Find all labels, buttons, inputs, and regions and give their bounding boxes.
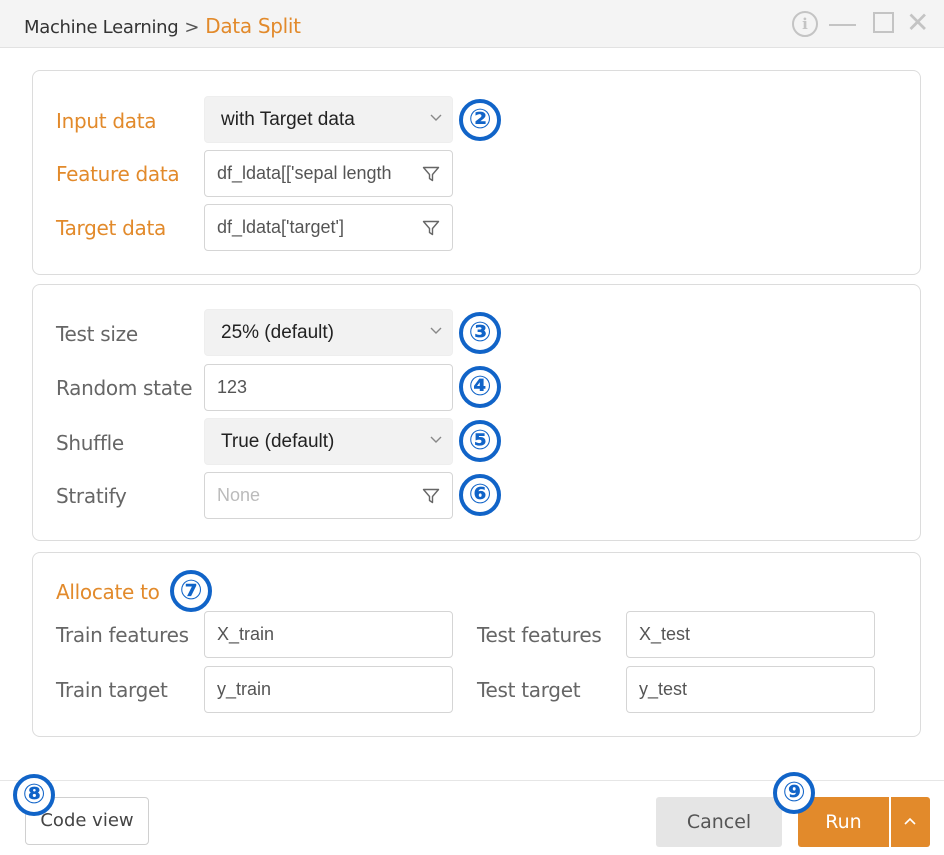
- step-7-badge: ⑦: [170, 570, 212, 612]
- test-target-value: y_test: [639, 679, 688, 699]
- test-target-label: Test target: [477, 678, 581, 702]
- breadcrumb-separator: >: [184, 17, 200, 38]
- chevron-down-icon: [430, 327, 442, 334]
- train-target-value: y_train: [217, 679, 272, 699]
- step-6-badge: ⑥: [459, 474, 501, 516]
- filter-icon[interactable]: [422, 165, 440, 183]
- title-bar: Machine Learning > Data Split i ✕: [0, 0, 944, 48]
- train-features-input[interactable]: X_train: [204, 611, 453, 658]
- info-icon[interactable]: i: [792, 11, 818, 37]
- chevron-up-icon: [904, 817, 916, 825]
- minimize-icon[interactable]: [829, 24, 856, 26]
- input-data-label: Input data: [56, 109, 157, 133]
- train-features-value: X_train: [217, 624, 275, 644]
- filter-icon[interactable]: [422, 219, 440, 237]
- target-data-value: df_ldata['target']: [217, 217, 344, 237]
- cancel-button[interactable]: Cancel: [656, 797, 782, 847]
- step-9-badge: ⑨: [773, 772, 815, 814]
- run-button[interactable]: Run: [798, 797, 889, 847]
- test-features-label: Test features: [477, 623, 602, 647]
- train-features-label: Train features: [56, 623, 189, 647]
- step-8-badge: ⑧: [13, 774, 55, 816]
- maximize-icon[interactable]: [873, 12, 894, 33]
- test-features-value: X_test: [639, 624, 691, 644]
- close-icon[interactable]: ✕: [906, 9, 929, 37]
- feature-data-label: Feature data: [56, 162, 180, 186]
- stratify-placeholder: None: [217, 485, 261, 505]
- test-size-select[interactable]: 25% (default): [204, 309, 453, 356]
- step-4-badge: ④: [459, 366, 501, 408]
- allocate-to-title: Allocate to: [56, 580, 160, 604]
- random-state-label: Random state: [56, 376, 193, 400]
- shuffle-label: Shuffle: [56, 431, 124, 455]
- input-data-select[interactable]: with Target data: [204, 96, 453, 143]
- shuffle-value: True (default): [221, 431, 335, 452]
- test-size-value: 25% (default): [221, 322, 335, 343]
- breadcrumb-parent[interactable]: Machine Learning: [24, 17, 179, 38]
- run-options-button[interactable]: [891, 797, 930, 847]
- stratify-label: Stratify: [56, 484, 127, 508]
- feature-data-field[interactable]: df_ldata[['sepal length: [204, 150, 453, 197]
- feature-data-value: df_ldata[['sepal length: [217, 163, 392, 183]
- step-2-badge: ②: [459, 99, 501, 141]
- step-5-badge: ⑤: [459, 420, 501, 462]
- input-data-value: with Target data: [221, 109, 355, 130]
- breadcrumb-current: Data Split: [205, 14, 301, 38]
- train-target-input[interactable]: y_train: [204, 666, 453, 713]
- step-3-badge: ③: [459, 312, 501, 354]
- random-state-value: 123: [217, 377, 248, 397]
- train-target-label: Train target: [56, 678, 168, 702]
- chevron-down-icon: [430, 114, 442, 121]
- chevron-down-icon: [430, 436, 442, 443]
- test-target-input[interactable]: y_test: [626, 666, 875, 713]
- target-data-label: Target data: [56, 216, 166, 240]
- breadcrumb: Machine Learning > Data Split: [24, 14, 301, 38]
- random-state-input[interactable]: 123: [204, 364, 453, 411]
- shuffle-select[interactable]: True (default): [204, 418, 453, 465]
- test-features-input[interactable]: X_test: [626, 611, 875, 658]
- target-data-field[interactable]: df_ldata['target']: [204, 204, 453, 251]
- stratify-field[interactable]: None: [204, 472, 453, 519]
- filter-icon[interactable]: [422, 487, 440, 505]
- test-size-label: Test size: [56, 322, 138, 346]
